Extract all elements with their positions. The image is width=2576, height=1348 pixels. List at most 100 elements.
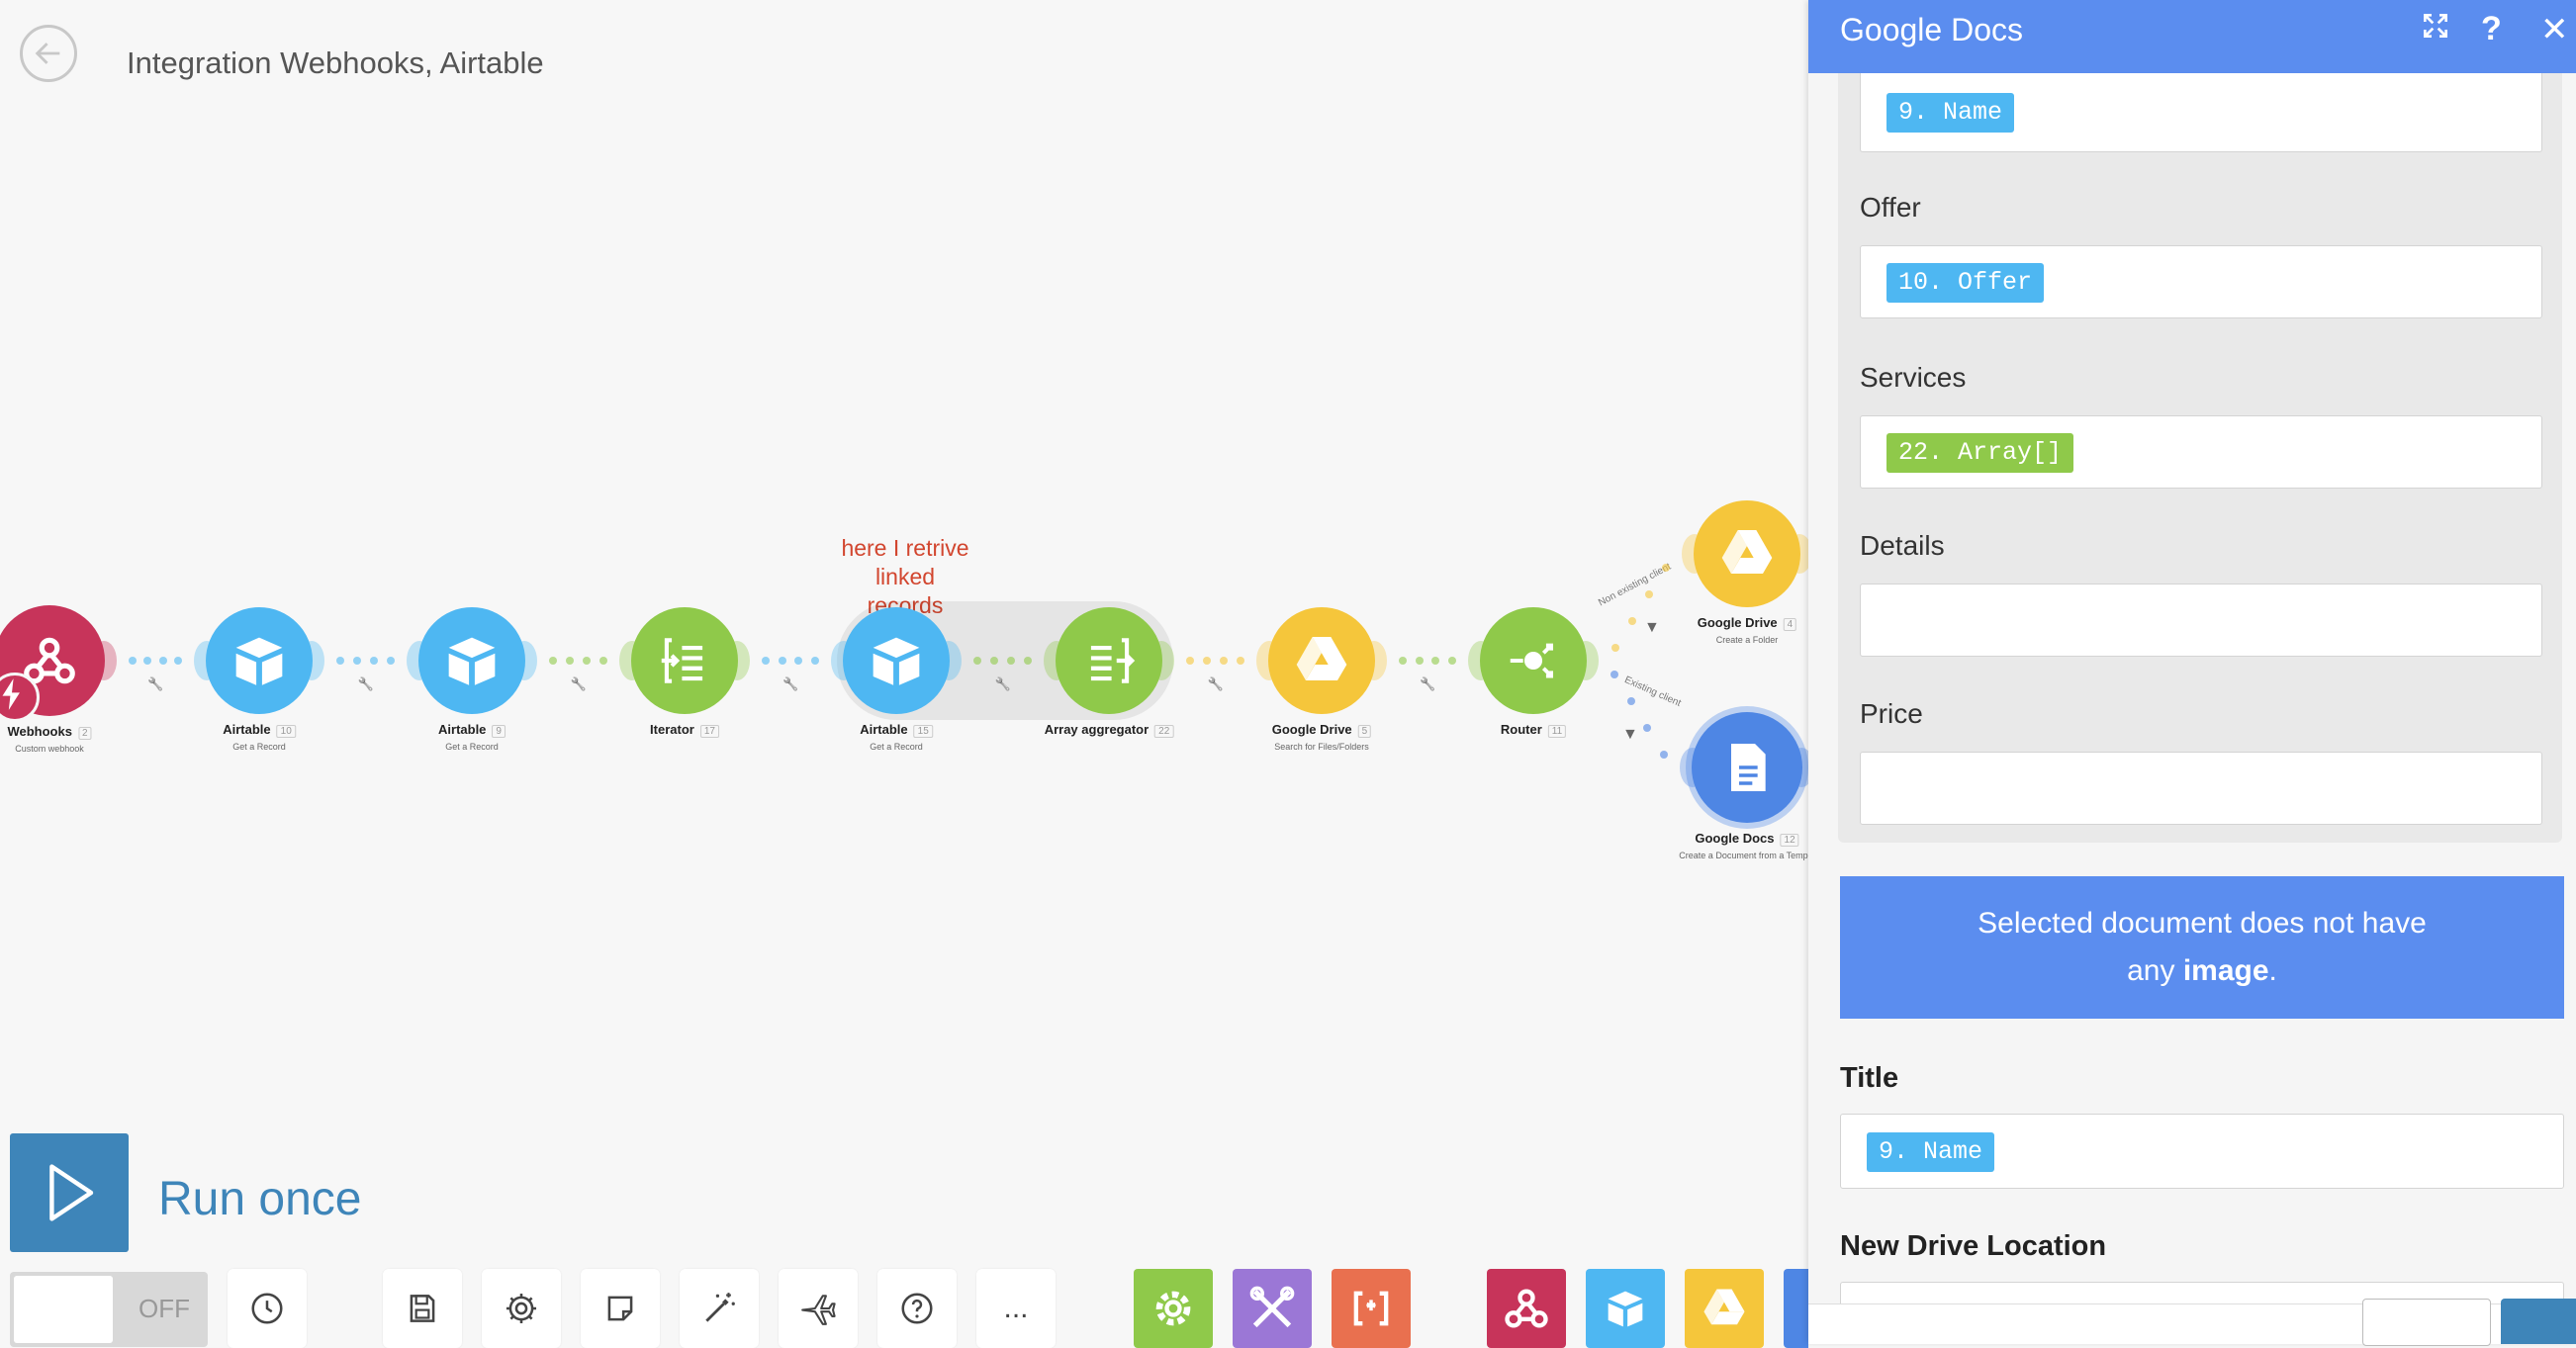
explain-flow-button[interactable] [779, 1269, 858, 1348]
help-icon [901, 1293, 933, 1324]
settings-button[interactable] [482, 1269, 561, 1348]
wrench-icon[interactable]: 🔧 [1208, 676, 1224, 692]
run-once-button[interactable] [10, 1133, 129, 1252]
tools-gear-tile[interactable] [1134, 1269, 1213, 1348]
toggle-label: OFF [138, 1294, 190, 1323]
title-label: Title [1840, 1062, 1899, 1094]
services-field[interactable]: 22. Array[] [1860, 415, 2542, 489]
title-field[interactable]: 9. Name [1840, 1114, 2564, 1189]
connection-dot [1431, 657, 1440, 665]
connection-dot [336, 657, 345, 665]
name-field[interactable]: 9. Name [1860, 73, 2542, 152]
filter-icon[interactable]: ▼ [1622, 726, 1638, 744]
module-id-badge: 17 [699, 725, 719, 738]
scenario-canvas[interactable]: here I retrive linked records Non existi… [0, 0, 1815, 1118]
webhooks-app-icon [1505, 1289, 1548, 1328]
module-action: Get a Record [445, 742, 499, 752]
connection-dot [566, 657, 575, 665]
price-field[interactable] [1860, 752, 2542, 825]
toggle-knob [14, 1276, 113, 1343]
connection-dot [158, 657, 167, 665]
wrench-icon[interactable]: 🔧 [1420, 676, 1435, 692]
connection-dot [1023, 657, 1032, 665]
iterator-icon [654, 630, 715, 691]
google-drive-icon [1715, 522, 1779, 585]
field-label-price: Price [1860, 698, 1923, 729]
connection-dot [1219, 657, 1228, 665]
more-button[interactable]: ... [976, 1269, 1056, 1348]
connection-dot [598, 657, 607, 665]
wrench-icon[interactable]: 🔧 [571, 676, 587, 692]
gear-icon [506, 1293, 537, 1324]
airtable-module[interactable] [206, 607, 313, 714]
auto-align-button[interactable] [680, 1269, 759, 1348]
text-parser-tile[interactable] [1332, 1269, 1411, 1348]
save-icon [410, 1295, 435, 1322]
tools-wrench-tile[interactable] [1233, 1269, 1312, 1348]
google-drive-module[interactable] [1694, 500, 1800, 607]
connection-dot [128, 657, 137, 665]
expand-icon[interactable] [2420, 10, 2451, 50]
panel-form-body: 9. Name Offer 10. Offer Services 22. Arr… [1838, 73, 2562, 843]
module-name: Google Drive 5 [1272, 722, 1372, 738]
token-pill[interactable]: 9. Name [1867, 1132, 1995, 1172]
module-name: Airtable 10 [223, 722, 296, 738]
save-button[interactable] [383, 1269, 462, 1348]
aggregator-icon [1078, 630, 1140, 691]
token-pill[interactable]: 10. Offer [1886, 263, 2045, 303]
iterator-module[interactable] [631, 607, 738, 714]
scheduling-toggle[interactable]: OFF [10, 1272, 208, 1347]
webhooks-tile[interactable] [1487, 1269, 1566, 1348]
filter-icon[interactable]: ▼ [1644, 619, 1660, 637]
token-pill[interactable]: 22. Array[] [1886, 433, 2074, 473]
module-id-badge: 4 [1783, 618, 1797, 631]
google-drive-module[interactable] [1268, 607, 1375, 714]
wrench-icon[interactable]: 🔧 [995, 676, 1011, 692]
google-docs-module[interactable] [1692, 712, 1802, 823]
ok-button[interactable] [2501, 1299, 2576, 1344]
field-label-services: Services [1860, 362, 1967, 393]
router-module[interactable] [1480, 607, 1587, 714]
module-name: Google Docs 12 [1695, 831, 1799, 847]
run-once-label[interactable]: Run once [158, 1172, 361, 1226]
module-action: Create a Folder [1715, 635, 1779, 645]
connection-dot [369, 657, 378, 665]
google-docs-tile[interactable] [1784, 1269, 1808, 1348]
offer-field[interactable]: 10. Offer [1860, 245, 2542, 318]
aggregator-module[interactable] [1056, 607, 1162, 714]
help-icon[interactable]: ? [2481, 10, 2502, 48]
module-action: Custom webhook [15, 744, 84, 754]
token-pill[interactable]: 9. Name [1886, 93, 2015, 133]
connection-dot [1447, 657, 1456, 665]
cancel-button[interactable] [2362, 1299, 2491, 1346]
module-name: Router 11 [1501, 722, 1567, 738]
module-id-badge: 12 [1780, 834, 1799, 847]
airtable-tile[interactable] [1586, 1269, 1665, 1348]
wrench-icon[interactable]: 🔧 [782, 676, 798, 692]
airtable-module[interactable] [843, 607, 950, 714]
schedule-button[interactable] [228, 1269, 307, 1348]
module-action: Create a Document from a Templa [1679, 851, 1815, 860]
module-action: Get a Record [232, 742, 286, 752]
details-field[interactable] [1860, 584, 2542, 657]
module-name: Airtable 9 [438, 722, 506, 738]
notes-button[interactable] [581, 1269, 660, 1348]
wrench-icon[interactable]: 🔧 [358, 676, 374, 692]
close-icon[interactable]: ✕ [2540, 10, 2569, 49]
field-label-details: Details [1860, 530, 1945, 561]
connection-dot [1659, 750, 1668, 759]
airplane-icon [801, 1295, 836, 1325]
module-settings-panel: Google Docs ? ✕ 9. Name Offer 10. Offer … [1808, 0, 2576, 1346]
no-image-notice: Selected document does not have any imag… [1840, 876, 2564, 1019]
panel-footer [1808, 1299, 2576, 1346]
airtable-module[interactable] [418, 607, 525, 714]
connection-dot [1626, 696, 1635, 705]
google-drive-tile[interactable] [1685, 1269, 1764, 1348]
airtable-icon [862, 626, 931, 695]
help-button[interactable] [877, 1269, 957, 1348]
google-drive-app-icon [1703, 1289, 1745, 1325]
module-id-badge: 15 [913, 725, 933, 738]
connection-dot [353, 657, 362, 665]
module-action: Search for Files/Folders [1274, 742, 1369, 752]
wrench-icon[interactable]: 🔧 [147, 676, 163, 692]
